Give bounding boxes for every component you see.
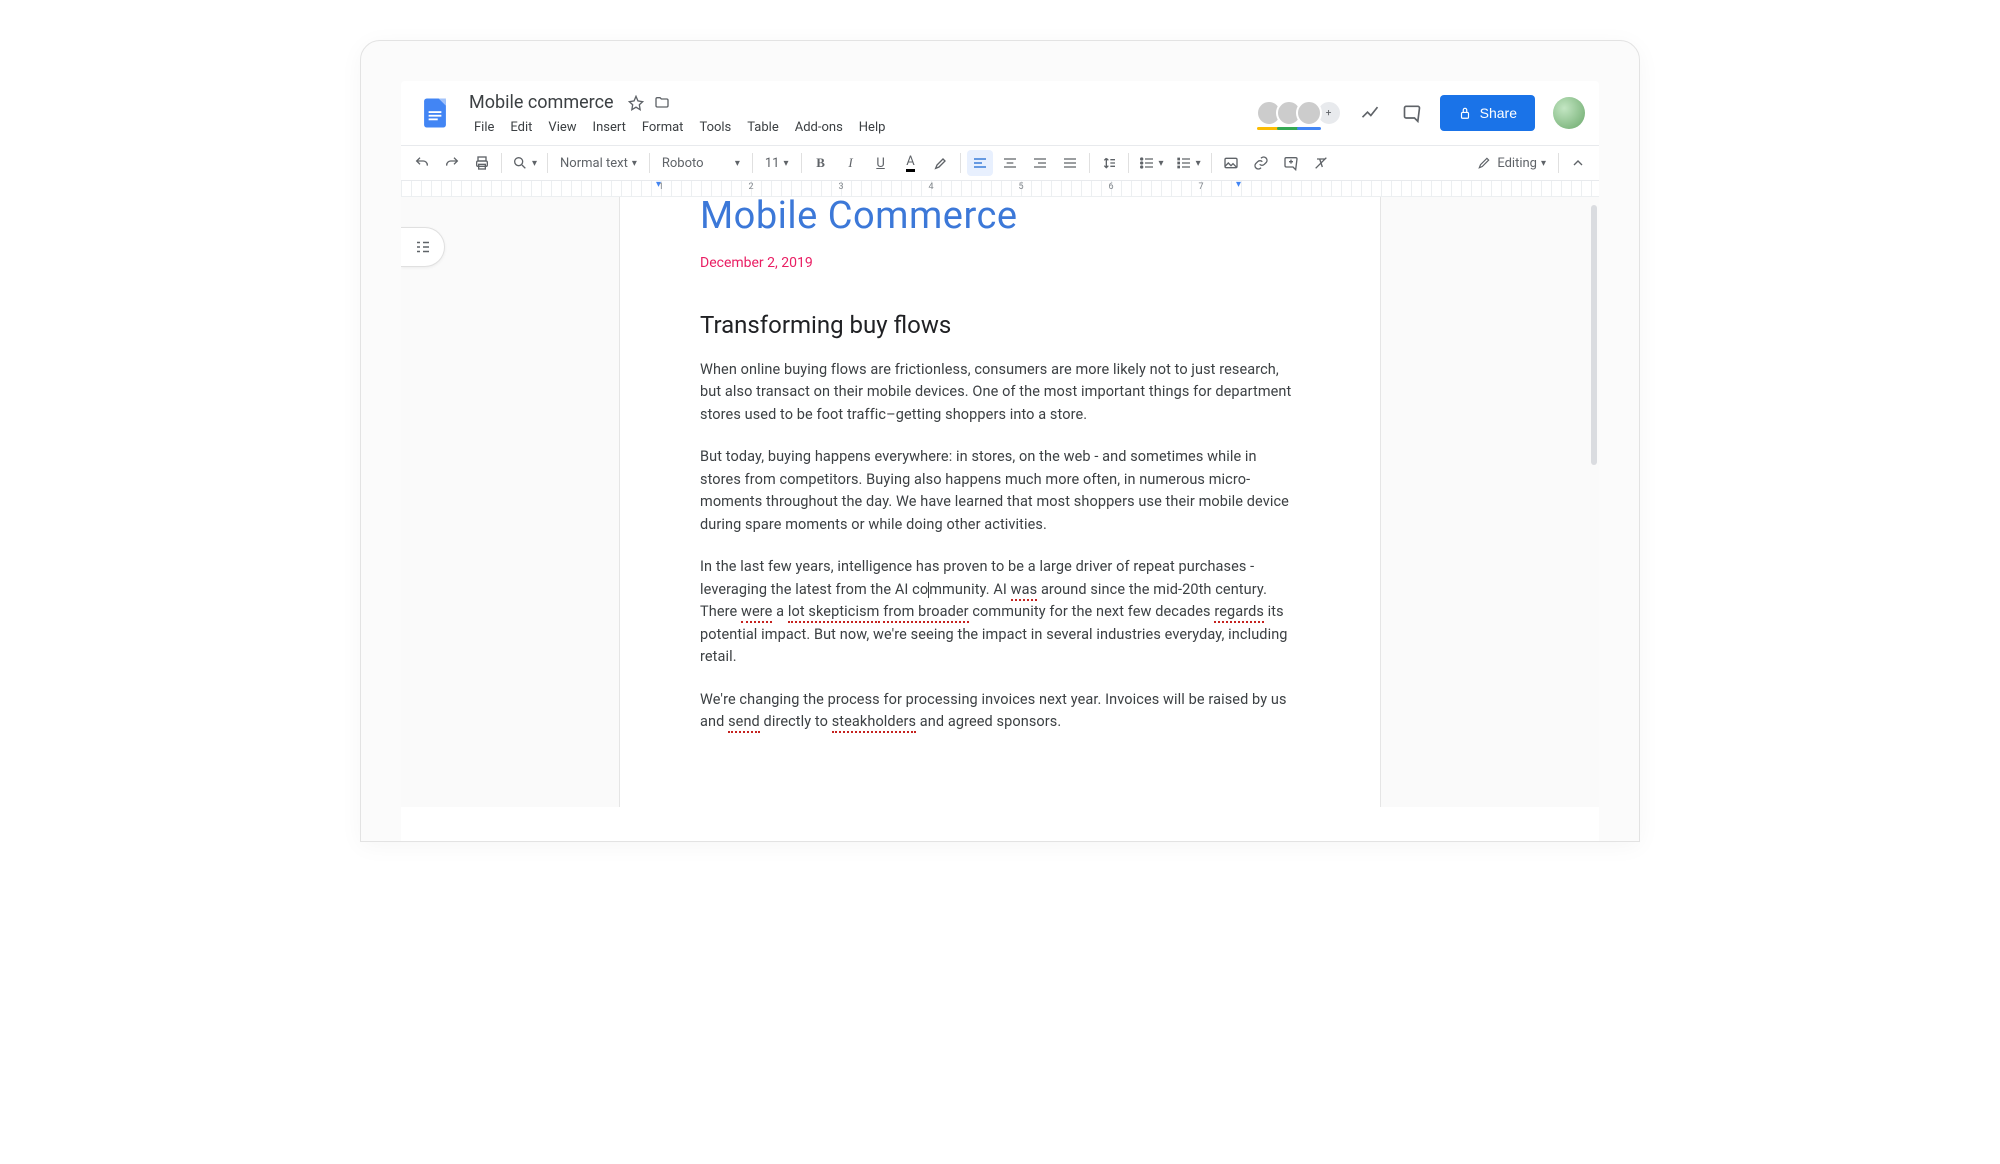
grammar-underline[interactable]: from broader (883, 603, 968, 623)
comments-icon[interactable] (1398, 99, 1426, 127)
menu-view[interactable]: View (541, 116, 583, 139)
title-block: Mobile commerce File Edit View Insert Fo… (465, 89, 1252, 145)
menu-tools[interactable]: Tools (692, 116, 738, 139)
menu-format[interactable]: Format (635, 116, 691, 139)
insert-image-icon[interactable] (1218, 150, 1244, 176)
docs-logo-icon[interactable] (415, 93, 455, 133)
chevron-down-icon: ▾ (1541, 158, 1546, 169)
ruler-tick: 7 (1198, 182, 1203, 192)
doc-date[interactable]: December 2, 2019 (700, 255, 1300, 271)
doc-title[interactable]: Mobile commerce (465, 91, 618, 114)
grammar-underline[interactable]: regards (1214, 603, 1264, 623)
highlight-color-icon[interactable] (928, 150, 954, 176)
share-button[interactable]: Share (1440, 95, 1535, 131)
align-left-icon[interactable] (967, 150, 993, 176)
editing-mode-dropdown[interactable]: Editing▾ (1471, 150, 1552, 176)
grammar-underline[interactable]: were (741, 603, 772, 623)
menu-bar: File Edit View Insert Format Tools Table… (465, 114, 1252, 145)
document-canvas: Mobile Commerce December 2, 2019 Transfo… (401, 197, 1599, 807)
menu-table[interactable]: Table (740, 116, 785, 139)
font-size-input[interactable]: 11▾ (759, 150, 795, 176)
chevron-down-icon: ▾ (1159, 158, 1164, 169)
document-outline-toggle[interactable] (401, 227, 445, 267)
collab-avatar-3[interactable] (1296, 100, 1322, 126)
text-color-icon[interactable]: A (898, 150, 924, 176)
ruler-tick: 4 (928, 182, 933, 192)
doc-heading-2[interactable]: Transforming buy flows (700, 311, 1300, 339)
ruler-tick: 3 (838, 182, 843, 192)
menu-addons[interactable]: Add-ons (788, 116, 850, 139)
body-paragraph[interactable]: When online buying flows are frictionles… (700, 359, 1300, 426)
undo-icon[interactable] (409, 150, 435, 176)
laptop-frame: Mobile commerce File Edit View Insert Fo… (360, 40, 1640, 842)
share-button-label: Share (1480, 105, 1517, 121)
app-header: Mobile commerce File Edit View Insert Fo… (401, 81, 1599, 145)
ruler-tick: 5 (1018, 182, 1023, 192)
font-dropdown[interactable]: Roboto▾ (656, 150, 746, 176)
toolbar: ▾ Normal text▾ Roboto▾ 11▾ B I U A ▾ ▾ (401, 145, 1599, 181)
indent-marker-right-icon[interactable]: ▾ (1236, 179, 1241, 190)
italic-icon[interactable]: I (838, 150, 864, 176)
insert-link-icon[interactable] (1248, 150, 1274, 176)
body-paragraph[interactable]: But today, buying happens everywhere: in… (700, 446, 1300, 536)
activity-icon[interactable] (1356, 99, 1384, 127)
print-icon[interactable] (469, 150, 495, 176)
ruler-tick: 6 (1108, 182, 1113, 192)
star-icon[interactable] (628, 95, 644, 111)
collapse-toolbar-icon[interactable] (1565, 150, 1591, 176)
google-docs-app: Mobile commerce File Edit View Insert Fo… (401, 81, 1599, 841)
body-paragraph[interactable]: In the last few years, intelligence has … (700, 556, 1300, 668)
menu-insert[interactable]: Insert (586, 116, 633, 139)
doc-heading-1[interactable]: Mobile Commerce (700, 197, 1300, 237)
menu-edit[interactable]: Edit (503, 116, 539, 139)
grammar-underline[interactable]: steakholders (832, 713, 916, 733)
align-center-icon[interactable] (997, 150, 1023, 176)
chevron-down-icon: ▾ (735, 158, 740, 169)
menu-file[interactable]: File (467, 116, 501, 139)
bulleted-list-icon[interactable]: ▾ (1172, 150, 1205, 176)
document-page[interactable]: Mobile Commerce December 2, 2019 Transfo… (620, 197, 1380, 807)
grammar-underline[interactable]: lot skepticism (788, 603, 880, 623)
ruler-tick: 1 (658, 182, 663, 192)
account-avatar[interactable] (1553, 97, 1585, 129)
clear-formatting-icon[interactable] (1308, 150, 1334, 176)
checklist-icon[interactable]: ▾ (1135, 150, 1168, 176)
underline-icon[interactable]: U (868, 150, 894, 176)
chevron-down-icon: ▾ (784, 158, 789, 169)
ruler-tick: 2 (748, 182, 753, 192)
menu-help[interactable]: Help (852, 116, 893, 139)
move-folder-icon[interactable] (654, 95, 670, 111)
header-right: + Share (1262, 95, 1585, 131)
body-paragraph[interactable]: We're changing the process for processin… (700, 689, 1300, 734)
grammar-underline[interactable]: send (728, 713, 760, 733)
scrollbar[interactable] (1591, 205, 1597, 465)
bold-icon[interactable]: B (808, 150, 834, 176)
chevron-down-icon: ▾ (632, 158, 637, 169)
grammar-underline[interactable]: was (1011, 581, 1038, 601)
zoom-icon[interactable]: ▾ (508, 150, 541, 176)
collaborator-avatars: + (1262, 100, 1342, 126)
line-spacing-icon[interactable] (1096, 150, 1122, 176)
align-right-icon[interactable] (1027, 150, 1053, 176)
redo-icon[interactable] (439, 150, 465, 176)
paragraph-style-dropdown[interactable]: Normal text▾ (554, 150, 643, 176)
chevron-down-icon: ▾ (532, 158, 537, 169)
insert-comment-icon[interactable] (1278, 150, 1304, 176)
chevron-down-icon: ▾ (1196, 158, 1201, 169)
ruler[interactable]: ▾ ▾ 1234567 (401, 181, 1599, 197)
align-justify-icon[interactable] (1057, 150, 1083, 176)
